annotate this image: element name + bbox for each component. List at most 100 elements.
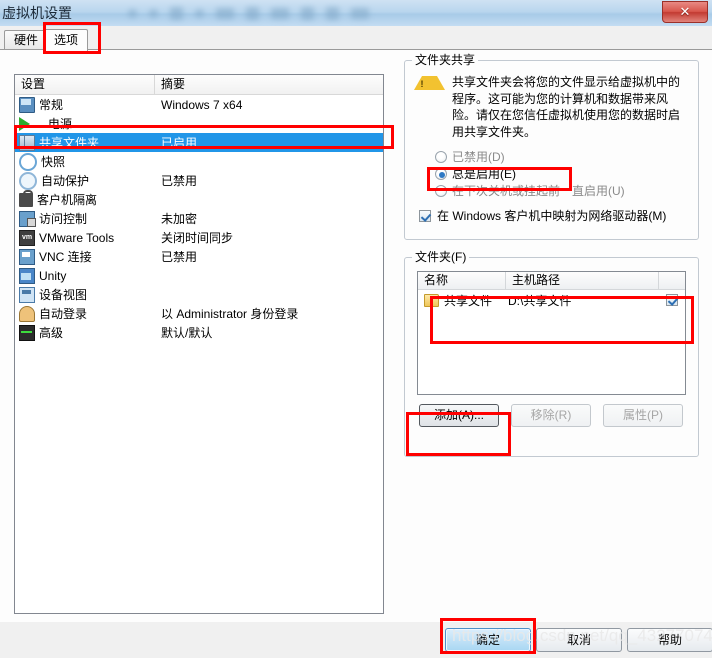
access-control-icon bbox=[19, 210, 36, 227]
toolbar-icon-8 bbox=[301, 6, 314, 20]
properties-button: 属性(P) bbox=[603, 404, 683, 427]
toolbar-icon-9 bbox=[326, 6, 339, 20]
radio-disabled-icon[interactable] bbox=[435, 150, 447, 163]
power-icon bbox=[19, 116, 44, 131]
toolbar-icon-3 bbox=[170, 6, 183, 20]
list-item-label: 快照 bbox=[41, 155, 66, 169]
snapshot-icon bbox=[19, 152, 37, 171]
dialog-body: 设置 摘要 常规 Windows 7 x64 电源 共享文件夹 已启用 快照 自… bbox=[0, 49, 712, 622]
ok-button[interactable]: 确定 bbox=[445, 628, 531, 652]
toolbar-icon-6 bbox=[246, 6, 259, 20]
sharing-warning: 共享文件夹会将您的文件显示给虚拟机中的程序。这可能为您的计算机和数据带来风险。请… bbox=[405, 61, 698, 144]
remove-button: 移除(R) bbox=[511, 404, 591, 427]
radio-disabled-label: 已禁用(D) bbox=[452, 150, 505, 164]
radio-always-enabled[interactable]: 总是启用(E) bbox=[405, 165, 698, 182]
tab-strip: 硬件 选项 bbox=[0, 26, 712, 52]
folder-icon bbox=[424, 293, 439, 307]
radio-always-enabled-label: 总是启用(E) bbox=[452, 167, 516, 181]
radio-until-shutdown-icon[interactable] bbox=[435, 184, 447, 197]
column-header-enabled bbox=[659, 272, 685, 289]
right-pane: 文件夹共享 共享文件夹会将您的文件显示给虚拟机中的程序。这可能为您的计算机和数据… bbox=[404, 53, 699, 457]
list-item-label: 设备视图 bbox=[39, 288, 88, 302]
folder-host-path: D:\共享文件 bbox=[508, 293, 572, 308]
folder-enabled-checkbox[interactable] bbox=[666, 294, 678, 306]
device-view-icon bbox=[19, 286, 35, 303]
list-item-general[interactable]: 常规 Windows 7 x64 bbox=[15, 95, 383, 114]
table-row[interactable]: 共享文件 D:\共享文件 bbox=[418, 290, 685, 310]
autoprotect-icon bbox=[19, 171, 37, 190]
list-item-summary: Windows 7 x64 bbox=[161, 97, 243, 112]
folder-sharing-group: 文件夹共享 共享文件夹会将您的文件显示给虚拟机中的程序。这可能为您的计算机和数据… bbox=[404, 53, 699, 240]
folders-button-row: 添加(A)... 移除(R) 属性(P) bbox=[405, 395, 698, 437]
list-item-label: 客户机隔离 bbox=[37, 193, 98, 207]
monitor-icon bbox=[19, 96, 35, 113]
list-item-access-control[interactable]: 访问控制 未加密 bbox=[15, 209, 383, 228]
list-item-autoprotect[interactable]: 自动保护 已禁用 bbox=[15, 171, 383, 190]
close-icon[interactable]: ✕ bbox=[662, 1, 708, 23]
dialog-footer: 确定 取消 帮助 bbox=[0, 622, 712, 658]
list-item-vnc[interactable]: VNC 连接 已禁用 bbox=[15, 247, 383, 266]
list-item-summary: 关闭时间同步 bbox=[161, 231, 234, 245]
toolbar-icon-5 bbox=[216, 7, 234, 19]
toolbar-icon-10 bbox=[351, 7, 369, 19]
map-network-drive-checkbox[interactable] bbox=[419, 209, 431, 222]
list-item-label: Unity bbox=[39, 268, 67, 283]
list-item-summary: 已启用 bbox=[161, 136, 198, 150]
toolbar-icon-7 bbox=[271, 7, 289, 19]
unity-icon bbox=[19, 267, 35, 284]
list-item-autologin[interactable]: 自动登录 以 Administrator 身份登录 bbox=[15, 304, 383, 323]
folder-sharing-group-label: 文件夹共享 bbox=[412, 53, 479, 67]
column-header-name: 名称 bbox=[418, 272, 506, 289]
map-network-drive-row[interactable]: 在 Windows 客户机中映射为网络驱动器(M) bbox=[405, 199, 698, 232]
list-item-summary: 以 Administrator 身份登录 bbox=[161, 307, 299, 321]
map-network-drive-label: 在 Windows 客户机中映射为网络驱动器(M) bbox=[437, 209, 667, 223]
tab-options[interactable]: 选项 bbox=[44, 29, 89, 52]
advanced-icon bbox=[19, 324, 35, 341]
blurred-toolbar-icons bbox=[128, 2, 458, 24]
warning-icon bbox=[414, 76, 445, 90]
list-item-summary: 未加密 bbox=[161, 212, 198, 226]
list-item-label: 高级 bbox=[39, 326, 64, 340]
list-item-power[interactable]: 电源 bbox=[15, 114, 383, 133]
column-header-host-path: 主机路径 bbox=[506, 272, 659, 289]
add-button[interactable]: 添加(A)... bbox=[419, 404, 499, 427]
list-item-snapshot[interactable]: 快照 bbox=[15, 152, 383, 171]
list-item-label: VMware Tools bbox=[39, 230, 115, 245]
list-item-label: 自动登录 bbox=[39, 307, 88, 321]
settings-list[interactable]: 设置 摘要 常规 Windows 7 x64 电源 共享文件夹 已启用 快照 自… bbox=[14, 74, 384, 614]
list-item-guest-isolation[interactable]: 客户机隔离 bbox=[15, 189, 383, 209]
list-item-label: 常规 bbox=[39, 98, 64, 112]
list-item-summary: 已禁用 bbox=[161, 174, 198, 188]
vnc-icon bbox=[19, 248, 35, 265]
title-bar: 虚拟机设置 ✕ bbox=[0, 0, 712, 26]
toolbar-icon-4 bbox=[195, 8, 204, 18]
shared-folder-icon bbox=[19, 134, 35, 151]
folders-table-header: 名称 主机路径 bbox=[418, 272, 685, 290]
column-header-setting: 设置 bbox=[15, 75, 155, 94]
list-item-device-view[interactable]: 设备视图 bbox=[15, 285, 383, 304]
list-item-label: 访问控制 bbox=[39, 212, 88, 226]
toolbar-icon-1 bbox=[128, 8, 137, 18]
list-item-label: VNC 连接 bbox=[39, 250, 92, 264]
folders-group-label: 文件夹(F) bbox=[412, 250, 470, 264]
vm-settings-dialog: 虚拟机设置 ✕ 硬件 选项 设置 摘要 常规 Windows 7 x64 电源 … bbox=[0, 0, 712, 658]
folders-table[interactable]: 名称 主机路径 共享文件 D:\共享文件 bbox=[417, 271, 686, 395]
radio-until-shutdown-label: 在下次关机或挂起前一直启用(U) bbox=[452, 184, 625, 198]
settings-list-header: 设置 摘要 bbox=[15, 75, 383, 95]
list-item-label: 共享文件夹 bbox=[39, 136, 100, 150]
help-button[interactable]: 帮助 bbox=[627, 628, 712, 652]
toolbar-icon-2 bbox=[149, 8, 158, 18]
list-item-label: 自动保护 bbox=[41, 174, 90, 188]
tab-hardware[interactable]: 硬件 bbox=[4, 30, 49, 51]
list-item-vmware-tools[interactable]: vm VMware Tools 关闭时间同步 bbox=[15, 228, 383, 247]
radio-always-enabled-icon[interactable] bbox=[435, 167, 447, 180]
radio-disabled[interactable]: 已禁用(D) bbox=[405, 148, 698, 165]
autologin-icon bbox=[19, 305, 35, 322]
radio-until-shutdown[interactable]: 在下次关机或挂起前一直启用(U) bbox=[405, 182, 698, 199]
lock-icon bbox=[19, 189, 33, 207]
list-item-unity[interactable]: Unity bbox=[15, 266, 383, 285]
list-item-advanced[interactable]: 高级 默认/默认 bbox=[15, 323, 383, 342]
list-item-summary: 已禁用 bbox=[161, 250, 198, 264]
cancel-button[interactable]: 取消 bbox=[536, 628, 622, 652]
list-item-shared-folders[interactable]: 共享文件夹 已启用 bbox=[15, 133, 383, 152]
